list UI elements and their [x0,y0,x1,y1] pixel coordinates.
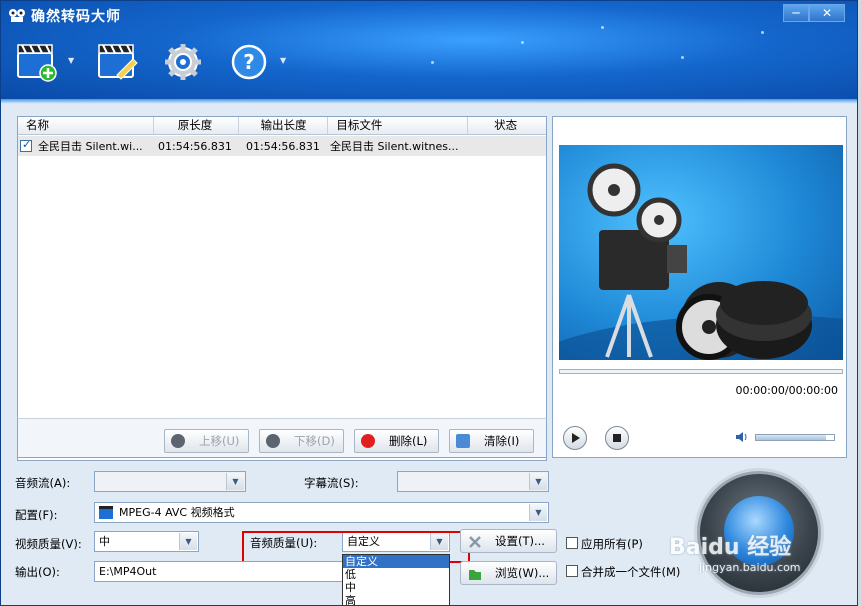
settings-button-label: 设置(T)... [495,534,545,548]
chevron-down-icon: ▼ [529,504,547,521]
move-up-label: 上移(U) [199,434,240,448]
delete-label: 删除(L) [389,434,428,448]
chevron-down-icon: ▼ [529,473,547,490]
audio-stream-select[interactable]: ▼ [94,471,246,492]
help-icon[interactable]: ? [228,41,270,83]
time-readout: 00:00:00/00:00:00 [735,384,838,397]
dropdown-option[interactable]: 高 [343,594,449,605]
apply-all-label: 应用所有(P) [581,537,643,551]
profile-select[interactable]: MPEG-4 AVC 视频格式 ▼ [94,502,549,523]
column-header[interactable]: 状态 [468,117,546,134]
main-panel: 名称 原长度 输出长度 目标文件 状态 全民目击 Silent.wi... 01… [9,106,855,605]
apply-all-checkbox[interactable] [566,537,578,549]
add-video-icon[interactable] [16,41,58,83]
column-header[interactable]: 输出长度 [239,117,329,134]
minimize-icon: ─ [792,6,800,20]
settings-button[interactable]: 设置(T)... [460,529,557,553]
browse-button[interactable]: 浏览(W)... [460,561,557,585]
column-header[interactable]: 原长度 [154,117,239,134]
browse-button-label: 浏览(W)... [495,566,550,580]
file-list-header: 名称 原长度 输出长度 目标文件 状态 [18,117,546,135]
preview-panel: 00:00:00/00:00:00 [552,116,847,458]
video-quality-value: 中 [99,535,110,548]
chevron-down-icon: ▼ [226,473,244,490]
list-button-bar: 上移(U) 下移(D) 删除(L) 清除(I) [17,418,547,458]
output-label: 输出(O): [15,565,60,579]
app-window: 确然转码大师 ─ ✕ ▼ ? ▼ 名称 原长度 输出长度 目标文件 状态 ✓ 全… [0,0,858,606]
preview-image [559,145,843,360]
delete-button[interactable]: 删除(L) [354,429,439,453]
volume-icon[interactable] [735,430,749,444]
seek-slider[interactable] [559,369,843,374]
cell-target: 全民目击 Silent.witnes... [330,140,459,153]
move-up-button[interactable]: 上移(U) [164,429,249,453]
cell-name: 全民目击 Silent.wi... [38,140,143,153]
subtitle-stream-label: 字幕流(S): [304,476,359,490]
volume-fill [756,435,827,440]
help-dropdown-arrow-icon[interactable]: ▼ [280,56,286,65]
clear-icon [456,434,470,448]
delete-icon [361,434,375,448]
audio-stream-label: 音频流(A): [15,476,71,490]
close-button[interactable]: ✕ [809,4,845,22]
column-header[interactable]: 目标文件 [328,117,469,134]
window-title: 确然转码大师 [31,9,121,25]
video-format-icon [99,506,113,519]
output-path-value: E:\MP4Out [99,565,157,578]
dropdown-option[interactable]: 低 [343,568,449,581]
chevron-down-icon: ▼ [179,533,197,550]
stop-icon [613,434,621,442]
profile-label: 配置(F): [15,508,58,522]
volume-slider[interactable] [755,434,835,441]
minimize-button[interactable]: ─ [783,4,809,22]
move-down-button[interactable]: 下移(D) [259,429,344,453]
play-button[interactable] [563,426,587,450]
video-quality-label: 视频质量(V): [15,537,82,551]
merge-label: 合并成一个文件(M) [581,565,681,579]
folder-icon [469,570,481,580]
column-header[interactable]: 名称 [18,117,154,134]
film-reel-logo-icon [9,9,25,22]
film-projector-image [559,163,843,360]
file-list[interactable]: 名称 原长度 输出长度 目标文件 状态 全民目击 Silent.wi... 01… [17,116,547,461]
dropdown-option[interactable]: 中 [343,581,449,594]
cell-orig-length: 01:54:56.831 [158,139,232,153]
baidu-watermark: Baidu 经验 [669,535,792,560]
merge-checkbox[interactable] [566,565,578,577]
profile-value: MPEG-4 AVC 视频格式 [119,506,235,519]
svg-text:?: ? [243,50,255,74]
audio-quality-dropdown-list[interactable]: 自定义 低 中 高 [342,554,450,605]
move-up-icon [171,434,185,448]
subtitle-stream-select[interactable]: ▼ [397,471,549,492]
video-quality-select[interactable]: 中 ▼ [94,531,199,552]
dropdown-option[interactable]: 自定义 [343,555,449,568]
row-checkbox[interactable] [20,138,32,152]
edit-video-icon[interactable] [97,41,139,83]
move-down-icon [266,434,280,448]
close-icon: ✕ [821,6,833,20]
table-row[interactable]: 全民目击 Silent.wi... 01:54:56.831 01:54:56.… [18,136,546,156]
clear-button[interactable]: 清除(I) [449,429,534,453]
stop-button[interactable] [605,426,629,450]
cell-out-length: 01:54:56.831 [246,139,320,153]
add-dropdown-arrow-icon[interactable]: ▼ [68,56,74,65]
tools-icon [469,536,481,548]
settings-gear-icon[interactable] [162,41,204,83]
clear-label: 清除(I) [484,434,520,448]
watermark-url: jingyan.baidu.com [699,561,801,574]
title-bar: 确然转码大师 ─ ✕ ▼ ? ▼ [1,1,857,99]
move-down-label: 下移(D) [294,434,335,448]
play-icon [572,433,580,443]
